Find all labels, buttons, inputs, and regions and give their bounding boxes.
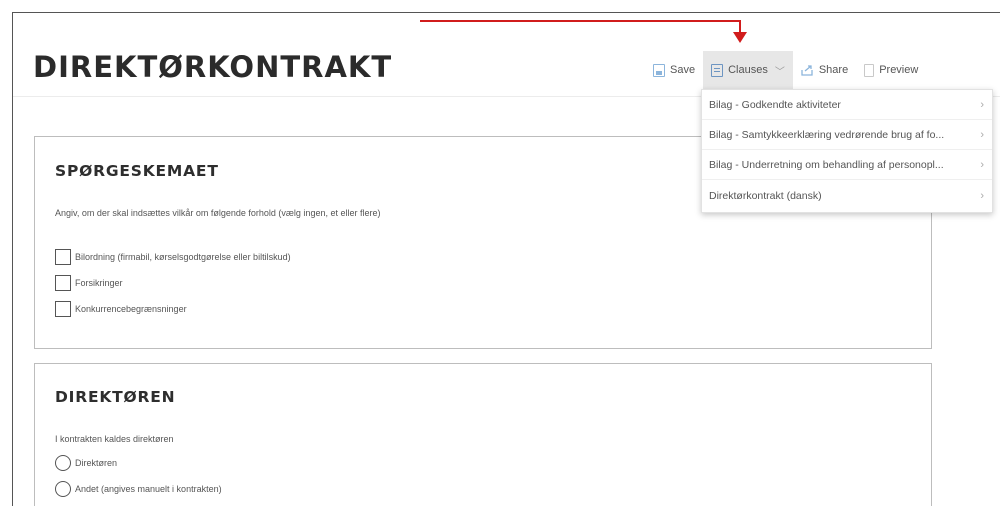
clause-menu-item[interactable]: Bilag - Samtykkeerklæring vedrørende bru… [702, 120, 992, 150]
radio-button[interactable] [55, 455, 71, 471]
chevron-right-icon: › [980, 128, 984, 141]
option-label: Forsikringer [75, 278, 123, 288]
page-title: DIREKTØRKONTRAKT [33, 50, 393, 84]
preview-icon [864, 63, 875, 77]
option-radio-direktoren[interactable]: Direktøren [55, 455, 117, 471]
clause-menu-item[interactable]: Bilag - Godkendte aktiviteter › [702, 90, 992, 120]
option-label: Konkurrencebegrænsninger [75, 304, 187, 314]
option-label: Direktøren [75, 458, 118, 468]
checkbox[interactable] [55, 275, 71, 291]
option-checkbox-konkurrence[interactable]: Konkurrencebegrænsninger [55, 301, 187, 317]
option-label: Bilordning (firmabil, kørselsgodtgørelse… [75, 252, 291, 262]
share-button[interactable]: Share [793, 51, 856, 89]
save-button[interactable]: Save [645, 51, 703, 89]
section-question: Angiv, om der skal indsættes vilkår om f… [55, 208, 381, 218]
director-section: DIREKTØREN I kontrakten kaldes direktøre… [34, 363, 932, 506]
clauses-dropdown: Bilag - Godkendte aktiviteter › Bilag - … [701, 89, 993, 213]
save-icon [653, 63, 665, 77]
radio-button[interactable] [55, 481, 71, 497]
preview-label: Preview [879, 64, 919, 76]
annotation-arrow-line [420, 20, 740, 22]
clauses-button[interactable]: Clauses ﹀ [703, 51, 793, 89]
clause-menu-item-label: Bilag - Godkendte aktiviteter [709, 98, 841, 111]
option-radio-andet[interactable]: Andet (angives manuelt i kontrakten) [55, 481, 222, 497]
option-checkbox-bilordning[interactable]: Bilordning (firmabil, kørselsgodtgørelse… [55, 249, 291, 265]
clause-menu-item-label: Bilag - Samtykkeerklæring vedrørende bru… [709, 128, 945, 141]
clause-menu-item-label: Bilag - Underretning om behandling af pe… [709, 158, 944, 171]
document-icon [711, 63, 724, 77]
toolbar: Save Clauses ﹀ Share Preview [645, 51, 926, 89]
clause-menu-item[interactable]: Bilag - Underretning om behandling af pe… [702, 150, 992, 180]
preview-button[interactable]: Preview [856, 51, 926, 89]
chevron-right-icon: › [980, 98, 984, 111]
clause-menu-item-label: Direktørkontrakt (dansk) [709, 190, 822, 202]
section-question: I kontrakten kaldes direktøren [55, 434, 174, 444]
annotation-arrow-head-icon [733, 32, 747, 43]
share-label: Share [818, 64, 849, 76]
section-title: SPØRGESKEMAET [55, 162, 219, 180]
section-title: DIREKTØREN [55, 388, 176, 406]
checkbox[interactable] [55, 301, 71, 317]
save-label: Save [670, 64, 696, 76]
chevron-down-icon: ﹀ [774, 66, 785, 78]
option-label: Andet (angives manuelt i kontrakten) [75, 484, 222, 494]
option-checkbox-forsikringer[interactable]: Forsikringer [55, 275, 123, 291]
checkbox[interactable] [55, 249, 71, 265]
clause-menu-item[interactable]: Direktørkontrakt (dansk) › [702, 180, 992, 212]
chevron-right-icon: › [980, 158, 984, 171]
share-icon [801, 65, 813, 76]
chevron-right-icon: › [980, 190, 984, 202]
clauses-label: Clauses [728, 64, 768, 76]
